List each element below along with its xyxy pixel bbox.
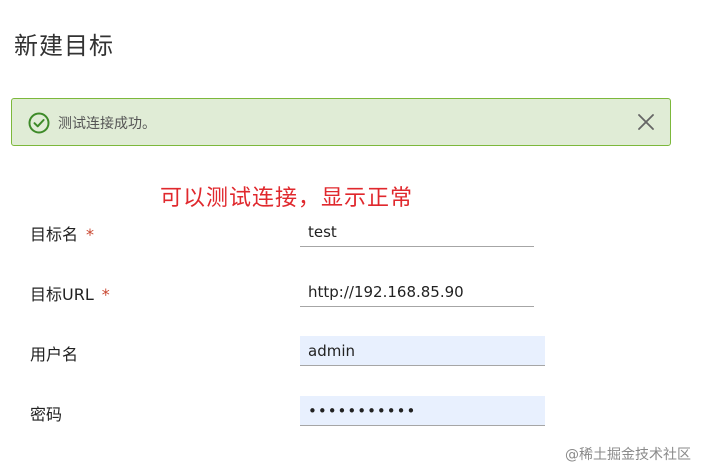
- check-circle-icon: [28, 112, 50, 134]
- alert-message: 测试连接成功。: [58, 116, 156, 132]
- watermark: @稀土掘金技术社区: [565, 447, 691, 463]
- required-mark: *: [101, 285, 110, 304]
- target-name-label-text: 目标名: [30, 225, 79, 244]
- target-url-label: 目标URL *: [30, 281, 110, 305]
- success-alert: 测试连接成功。: [11, 98, 671, 146]
- username-row: 用户名: [0, 335, 705, 375]
- target-name-label: 目标名 *: [30, 221, 94, 245]
- target-url-input[interactable]: [300, 277, 534, 307]
- required-mark: *: [86, 225, 95, 244]
- password-row: 密码: [0, 395, 705, 435]
- close-icon[interactable]: [636, 112, 656, 132]
- target-url-row: 目标URL *: [0, 275, 705, 315]
- page-title: 新建目标: [14, 32, 114, 60]
- new-target-dialog: 新建目标 测试连接成功。 可以测试连接，显示正常 目标名 * 目标URL * 用户名…: [0, 0, 705, 476]
- username-input[interactable]: [300, 336, 545, 366]
- password-input[interactable]: [300, 396, 545, 426]
- password-label: 密码: [30, 405, 63, 424]
- target-name-row: 目标名 *: [0, 215, 705, 255]
- target-name-input[interactable]: [300, 217, 534, 247]
- target-url-label-text: 目标URL: [30, 285, 94, 304]
- username-label: 用户名: [30, 345, 79, 364]
- annotation-text: 可以测试连接，显示正常: [160, 186, 414, 211]
